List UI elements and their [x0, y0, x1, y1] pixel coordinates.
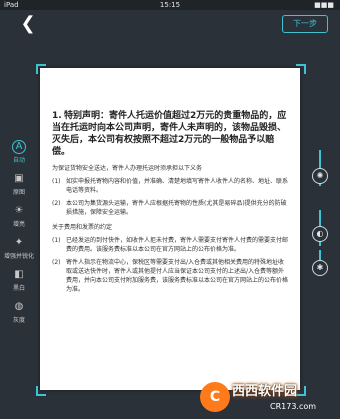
filter-label: 增强并锐化	[4, 253, 35, 260]
contrast-icon[interactable]: ◐	[312, 226, 328, 242]
detail-icon[interactable]: ✱	[312, 260, 328, 276]
image-icon: ▣	[14, 173, 24, 184]
section-heading: 关于费用和发票的约定	[52, 224, 113, 231]
list-item: (2) 本公司为集货源头运输，寄件人应根据托寄物的性质(尤其是易碎品)提供充分的…	[52, 199, 288, 217]
chevron-left-icon: ❮	[20, 13, 36, 34]
bw-icon: ◧	[14, 269, 24, 280]
heading-text: 特别声明：寄件人托运价值超过2万元的贵重物品的，应当在托运时向本公司声明，寄件人…	[52, 111, 287, 157]
list-item: (1) 已经发运的到付快件，如收件人拒未付费，寄件人需要支付寄件人付费的需要支付…	[52, 236, 288, 254]
gray-icon: ◍	[14, 301, 24, 312]
brightness-icon[interactable]: ✺	[312, 168, 328, 184]
auto-a-icon: A	[12, 140, 26, 154]
item-mark: (1)	[52, 178, 61, 185]
item-text: 如实申报托寄物内容和价值，并准确、清楚地填写寄件人收件人的名称、地址、联系电话等…	[66, 178, 289, 194]
list-item: (1) 如实申报托寄物内容和价值，并准确、清楚地填写寄件人收件人的名称、地址、联…	[52, 177, 288, 195]
filter-grayscale[interactable]: ◍ 灰度	[4, 300, 34, 332]
filter-label: 自动	[12, 157, 25, 164]
filter-label: 原图	[12, 189, 25, 196]
item-text: 寄件人指示在物流中心，保税区等需要支付出/入仓费或其他相关费用的特殊地址收取或送…	[66, 259, 289, 293]
filter-label: 灰度	[12, 317, 25, 324]
crop-handle-top-left[interactable]	[36, 64, 46, 74]
item-mark: (2)	[52, 259, 61, 266]
watermark-logo: C	[200, 382, 230, 412]
item-text: 本公司为集货源头运输，寄件人应根据托寄物的性质(尤其是易碎品)提供充分的防破损措…	[66, 200, 287, 216]
next-step-button[interactable]: 下一步	[282, 15, 328, 33]
back-button[interactable]: ❮	[18, 14, 38, 34]
filter-label: 增亮	[12, 221, 25, 228]
crop-handle-top-right[interactable]	[296, 64, 306, 74]
scanned-document[interactable]: 1. 特别声明：寄件人托运价值超过2万元的贵重物品的，应当在托运时向本公司声明，寄…	[40, 68, 300, 390]
item-mark: (1)	[52, 237, 61, 244]
filter-auto[interactable]: A 自动	[4, 140, 34, 172]
status-bar: iPad 15:15 ■■■	[0, 0, 340, 10]
status-time: 15:15	[159, 1, 181, 9]
filter-black-white[interactable]: ◧ 黑白	[4, 268, 34, 300]
watermark-text: 西西软件园	[232, 384, 298, 399]
filter-enhance-sharpen[interactable]: ✦ 增强并锐化	[4, 236, 34, 268]
list-item: (2) 寄件人指示在物流中心，保税区等需要支付出/入仓费或其他相关费用的特殊地址…	[52, 258, 288, 294]
site-watermark: C 西西软件园 CR173.com	[200, 378, 336, 418]
battery-indicator: ■■■	[314, 1, 334, 9]
filter-original[interactable]: ▣ 原图	[4, 172, 34, 204]
watermark-url: CR173.com	[270, 402, 317, 411]
document-content: 1. 特别声明：寄件人托运价值超过2万元的贵重物品的，应当在托运时向本公司声明，寄…	[52, 110, 288, 294]
intro-text: 为保证货物安全送达，寄件人办理托运时须承担以下义务	[52, 165, 203, 172]
item-mark: (2)	[52, 200, 61, 207]
filter-sidebar: A 自动 ▣ 原图 ☀ 增亮 ✦ 增强并锐化 ◧ 黑白 ◍ 灰度	[4, 140, 34, 332]
crop-handle-bottom-left[interactable]	[36, 386, 46, 396]
filter-brighten[interactable]: ☀ 增亮	[4, 204, 34, 236]
heading-number: 1.	[52, 111, 62, 121]
bulb-icon: ☀	[14, 205, 24, 216]
item-text: 已经发运的到付快件，如收件人拒未付费，寄件人需要支付寄件人付费的需要支付邮费的费…	[66, 237, 289, 253]
filter-label: 黑白	[12, 285, 25, 292]
sparkle-icon: ✦	[14, 237, 24, 248]
special-statement: 1. 特别声明：寄件人托运价值超过2万元的贵重物品的，应当在托运时向本公司声明，寄…	[52, 110, 288, 158]
